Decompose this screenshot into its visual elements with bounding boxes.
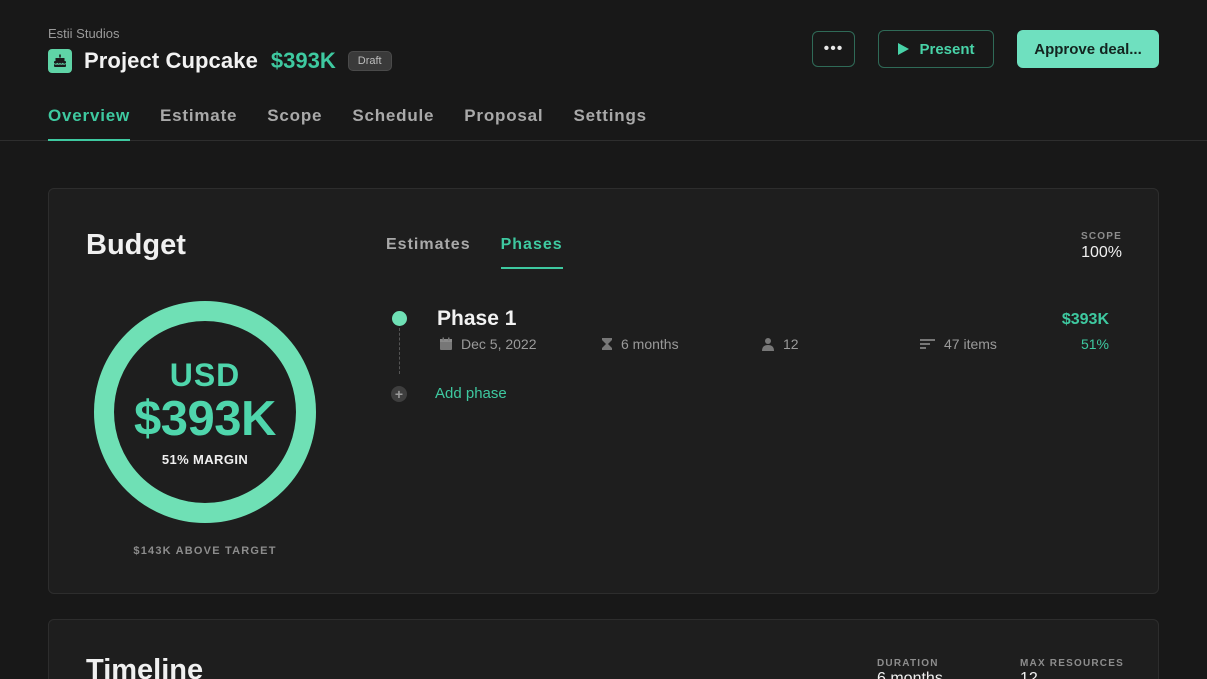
list-icon	[920, 339, 935, 349]
more-icon: •••	[823, 40, 844, 57]
present-button[interactable]: Present	[878, 30, 994, 68]
approve-deal-button[interactable]: Approve deal...	[1017, 30, 1159, 68]
timeline-card: Timeline DURATION 6 months MAX RESOURCES…	[48, 619, 1159, 679]
tab-overview[interactable]: Overview	[48, 106, 131, 141]
above-target-label: $143K ABOVE TARGET	[133, 545, 277, 557]
phase-people: 12	[761, 336, 799, 352]
tab-proposal[interactable]: Proposal	[464, 106, 543, 141]
add-circle-icon[interactable]: +	[391, 386, 407, 402]
phase-dot	[392, 311, 407, 326]
scope-label: SCOPE	[1080, 231, 1122, 242]
add-phase-link[interactable]: Add phase	[435, 385, 507, 402]
cake-icon	[48, 49, 72, 73]
status-badge: Draft	[347, 51, 392, 71]
main-tabs: Overview Estimate Scope Schedule Proposa…	[48, 106, 677, 141]
phase-connector	[399, 328, 400, 374]
scope-value: 100%	[1081, 244, 1122, 261]
app-header: Estii Studios Project Cupcake $393K Draf…	[0, 0, 1207, 141]
project-title: Project Cupcake	[84, 48, 258, 73]
phase-percent: 51%	[1080, 336, 1109, 352]
hourglass-icon	[602, 338, 612, 350]
calendar-icon	[440, 337, 452, 350]
duration-value: 6 months	[877, 670, 943, 679]
max-resources-value: 12	[1020, 670, 1038, 679]
duration-label: DURATION	[877, 658, 939, 669]
budget-sub-tabs: Estimates Phases	[386, 236, 593, 269]
margin-label: 51% MARGIN	[161, 452, 249, 467]
budget-total: $393K	[134, 392, 276, 446]
max-resources-label: MAX RESOURCES	[1020, 658, 1124, 669]
currency-label: USD	[169, 357, 241, 393]
phase-items-text: 47 items	[944, 336, 997, 352]
budget-ring: USD $393K 51% MARGIN	[94, 301, 316, 523]
phase-date-text: Dec 5, 2022	[461, 336, 537, 352]
budget-title: Budget	[86, 229, 186, 261]
present-label: Present	[919, 40, 975, 58]
phase-name[interactable]: Phase 1	[437, 307, 516, 331]
budget-card: Budget USD $393K 51% MARGIN $143K ABOVE …	[48, 188, 1159, 594]
timeline-title: Timeline	[86, 654, 204, 679]
tab-estimates[interactable]: Estimates	[386, 236, 471, 269]
project-amount: $393K	[270, 48, 336, 73]
tab-scope[interactable]: Scope	[267, 106, 322, 141]
person-icon	[762, 338, 774, 351]
org-name: Estii Studios	[48, 26, 120, 41]
phase-people-text: 12	[783, 336, 799, 352]
phase-duration: 6 months	[601, 336, 679, 352]
tab-settings[interactable]: Settings	[573, 106, 646, 141]
play-icon	[898, 43, 910, 55]
phase-duration-text: 6 months	[621, 336, 679, 352]
tab-schedule[interactable]: Schedule	[352, 106, 434, 141]
tab-phases[interactable]: Phases	[500, 236, 563, 269]
project-title-row: Project Cupcake $393K Draft	[48, 46, 392, 76]
more-options-button[interactable]: •••	[812, 31, 855, 67]
phase-items: 47 items	[920, 336, 997, 352]
phase-date: Dec 5, 2022	[439, 336, 537, 352]
phase-amount: $393K	[1061, 311, 1109, 328]
tab-estimate[interactable]: Estimate	[160, 106, 237, 141]
